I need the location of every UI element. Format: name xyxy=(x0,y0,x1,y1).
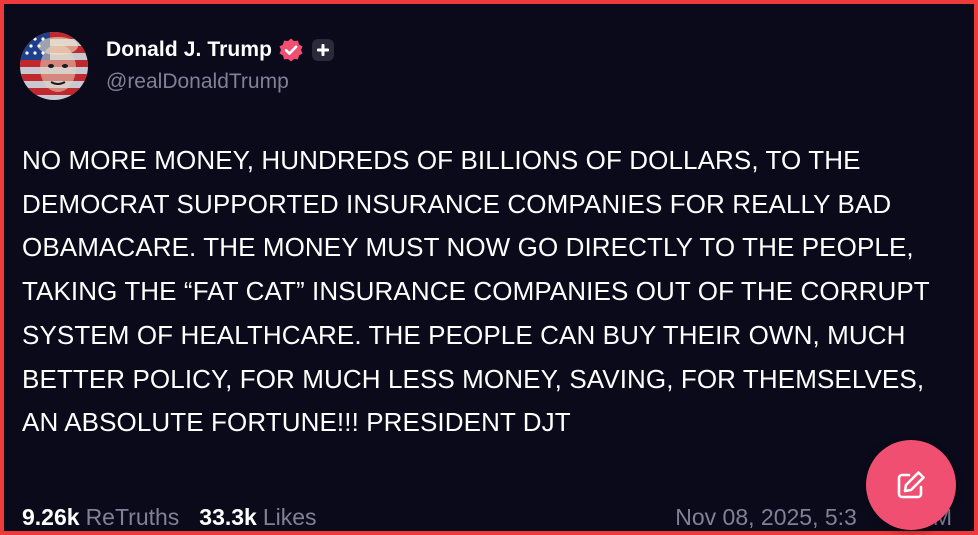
verified-badge-icon xyxy=(278,37,304,63)
retruths-count[interactable]: 9.26k xyxy=(22,504,80,531)
author-avatar[interactable] xyxy=(20,32,88,100)
compose-button[interactable] xyxy=(866,440,956,530)
retruths-label[interactable]: ReTruths xyxy=(86,504,180,531)
author-name-row: Donald J. Trump xyxy=(106,34,335,66)
author-display-name[interactable]: Donald J. Trump xyxy=(106,38,272,62)
post-stats: 9.26k ReTruths 33.3k Likes xyxy=(22,500,317,534)
post-card: Donald J. Trump @realDonaldTrump NO MORE… xyxy=(0,0,978,535)
likes-label[interactable]: Likes xyxy=(263,504,317,531)
likes-count[interactable]: 33.3k xyxy=(199,504,257,531)
timestamp-text: Nov 08, 2025, 5:3 xyxy=(675,503,857,530)
compose-pencil-icon xyxy=(897,471,925,499)
author-handle[interactable]: @realDonaldTrump xyxy=(106,70,289,94)
plus-badge-icon[interactable] xyxy=(312,39,335,61)
post-body-text: NO MORE MONEY, HUNDREDS OF BILLIONS OF D… xyxy=(22,145,930,438)
flag-portrait-avatar-icon xyxy=(20,32,88,100)
